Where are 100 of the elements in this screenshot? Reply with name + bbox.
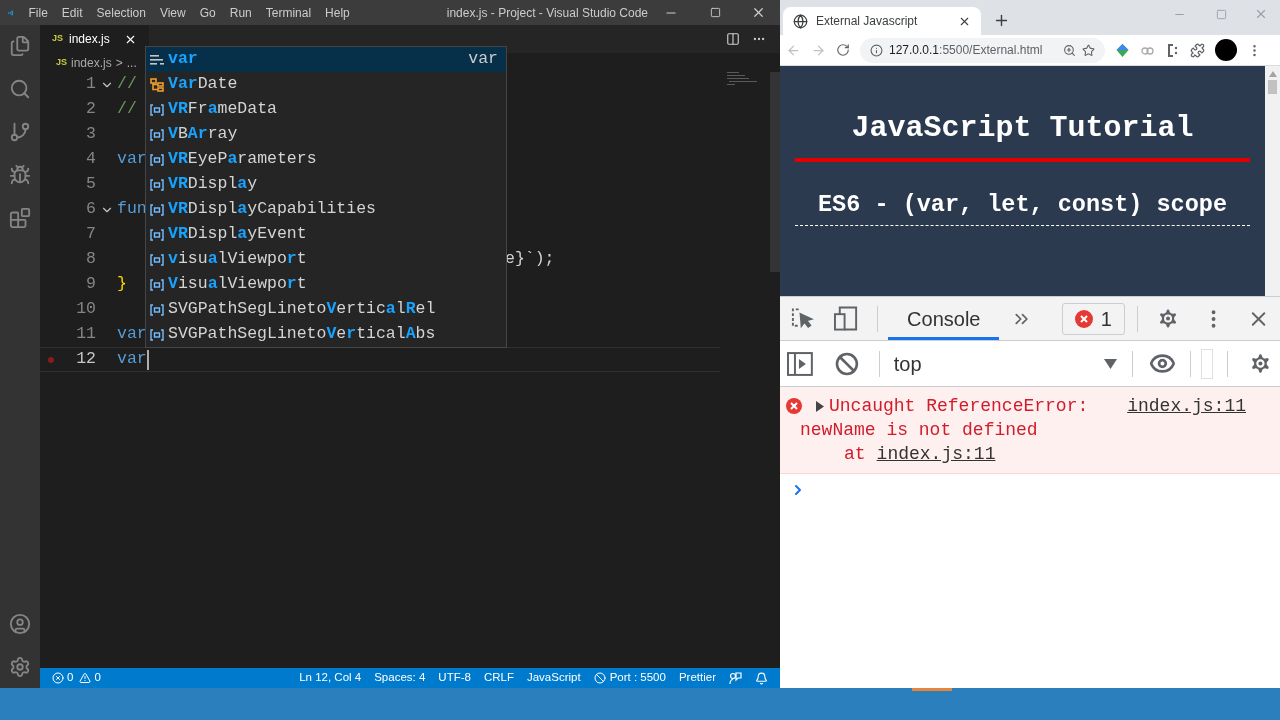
zoom-icon[interactable]: [1063, 43, 1076, 57]
suggestion-label: VRDisplayEvent: [168, 223, 307, 246]
menu-item[interactable]: Go: [192, 3, 223, 22]
status-item[interactable]: Prettier: [678, 669, 716, 687]
suggestion-item[interactable]: VRDisplay: [146, 172, 506, 197]
line-number: 9: [85, 273, 96, 296]
suggestion-label: SVGPathSegLinetoVerticalAbs: [168, 323, 436, 346]
suggestion-item[interactable]: SVGPathSegLinetoVerticalRel: [146, 297, 506, 322]
status-item[interactable]: JavaScript: [526, 669, 581, 687]
browser-tab[interactable]: External Javascript: [783, 7, 981, 35]
menu-item[interactable]: Terminal: [258, 3, 319, 22]
search-icon[interactable]: [9, 78, 31, 100]
dropdown-caret-icon: [1104, 358, 1118, 369]
close-icon[interactable]: [751, 5, 766, 20]
code-text: var: [117, 323, 147, 346]
suggestion-item[interactable]: VREyeParameters: [146, 147, 506, 172]
tab-label: index.js: [69, 31, 110, 48]
error-badge[interactable]: 1: [1061, 302, 1125, 335]
menu-item[interactable]: Help: [318, 3, 357, 22]
bookmark-icon[interactable]: [1082, 43, 1095, 57]
error-icon[interactable]: [52, 672, 64, 684]
address-bar[interactable]: 127.0.0.1:5500/External.html: [860, 37, 1105, 63]
status-item[interactable]: Ln 12, Col 4: [299, 669, 362, 687]
suggestion-label: VRDisplayCapabilities: [168, 198, 376, 221]
code-text: //: [117, 98, 137, 121]
suggestion-item[interactable]: VRFrameData: [146, 97, 506, 122]
extension-icon[interactable]: [1115, 42, 1130, 58]
breadcrumb-item[interactable]: ...: [126, 53, 137, 72]
suggestion-item[interactable]: VBArray: [146, 122, 506, 147]
sidebar-toggle-icon[interactable]: [787, 351, 813, 376]
suggestion-item[interactable]: VisualViewport: [146, 272, 506, 297]
suggestion-item[interactable]: VarDate: [146, 72, 506, 97]
port-icon[interactable]: [593, 672, 606, 684]
scrollbar-thumb[interactable]: [1268, 80, 1277, 94]
status-item[interactable]: UTF-8: [438, 669, 471, 687]
extensions-icon[interactable]: [9, 207, 31, 229]
inspect-icon[interactable]: [790, 306, 815, 331]
scrollbar[interactable]: [770, 72, 780, 272]
editor-tab[interactable]: JS index.js: [40, 25, 149, 53]
suggestion-item[interactable]: VRDisplayCapabilities: [146, 197, 506, 222]
window-title: index.js - Project - Visual Studio Code: [446, 4, 648, 22]
notification-icon[interactable]: [755, 671, 768, 685]
suggestion-label: VisualViewport: [168, 273, 307, 296]
suggestion-label: VRFrameData: [168, 98, 277, 121]
breadcrumb-item[interactable]: index.js: [71, 53, 112, 72]
suggestion-item[interactable]: visualViewport: [146, 247, 506, 272]
variable-icon: [150, 328, 164, 341]
devtools-tab[interactable]: Console: [888, 297, 1000, 340]
device-icon[interactable]: [834, 305, 859, 332]
new-tab-icon[interactable]: [993, 12, 1010, 29]
taskbar-indicator: [912, 688, 952, 691]
stack-text: at: [844, 443, 866, 466]
source-link[interactable]: index.js:11: [876, 442, 996, 466]
suggestion-item[interactable]: var var: [146, 47, 506, 72]
reload-icon[interactable]: [836, 43, 850, 57]
bug-icon[interactable]: [9, 164, 31, 186]
suggestion-label: VRDisplay: [168, 173, 258, 196]
class-icon: [150, 77, 164, 92]
page-subheading: ES6 - (var, let, const) scope: [818, 190, 1227, 220]
feedback-icon[interactable]: [729, 671, 742, 685]
menu-item[interactable]: Edit: [54, 3, 90, 22]
extension-icon[interactable]: [1165, 42, 1180, 58]
keyword-icon: [150, 53, 164, 66]
url-text: 127.0.0.1:5500/External.html: [889, 42, 1043, 59]
line-number: 6: [85, 198, 96, 221]
maximize-icon[interactable]: [710, 7, 721, 18]
menu-item[interactable]: Selection: [89, 3, 153, 22]
source-link[interactable]: index.js:11: [1127, 394, 1246, 418]
explorer-icon[interactable]: [9, 35, 31, 57]
status-item[interactable]: CRLF: [483, 669, 514, 687]
status-item[interactable]: Spaces: 4: [374, 669, 426, 687]
line-number: 4: [85, 148, 96, 171]
page-heading: JavaScript Tutorial: [851, 110, 1194, 147]
suggestion-item[interactable]: SVGPathSegLinetoVerticalAbs: [146, 322, 506, 347]
scrollbar[interactable]: [1265, 66, 1280, 296]
warning-icon[interactable]: [79, 672, 92, 684]
account-icon[interactable]: [9, 613, 31, 635]
suggestion-label: VBArray: [168, 123, 238, 146]
expand-icon[interactable]: [816, 400, 824, 412]
context-selector[interactable]: top: [893, 348, 1118, 379]
variable-icon: [150, 153, 164, 166]
warning-count[interactable]: 0: [94, 669, 101, 687]
extensions-icon[interactable]: [1190, 42, 1205, 58]
suggestion-label: VarDate: [168, 73, 238, 96]
status-item[interactable]: Port : 5500: [609, 669, 666, 687]
tab-title: External Javascript: [816, 13, 918, 30]
filter-field[interactable]: [1201, 348, 1214, 379]
split-editor-icon[interactable]: [726, 32, 740, 46]
menu-item[interactable]: View: [152, 3, 193, 22]
menu-item[interactable]: Run: [222, 3, 259, 22]
menu-item[interactable]: File: [21, 3, 55, 22]
branch-icon[interactable]: [9, 121, 31, 143]
clear-console-icon[interactable]: [834, 351, 859, 376]
line-number: 10: [75, 298, 96, 321]
avatar-icon[interactable]: [1215, 39, 1237, 61]
suggestion-item[interactable]: VRDisplayEvent: [146, 222, 506, 247]
settings-icon[interactable]: [9, 656, 31, 678]
suggestion-label: SVGPathSegLinetoVerticalRel: [168, 298, 436, 321]
line-number: 11: [75, 323, 96, 346]
error-count[interactable]: 0: [67, 669, 74, 687]
